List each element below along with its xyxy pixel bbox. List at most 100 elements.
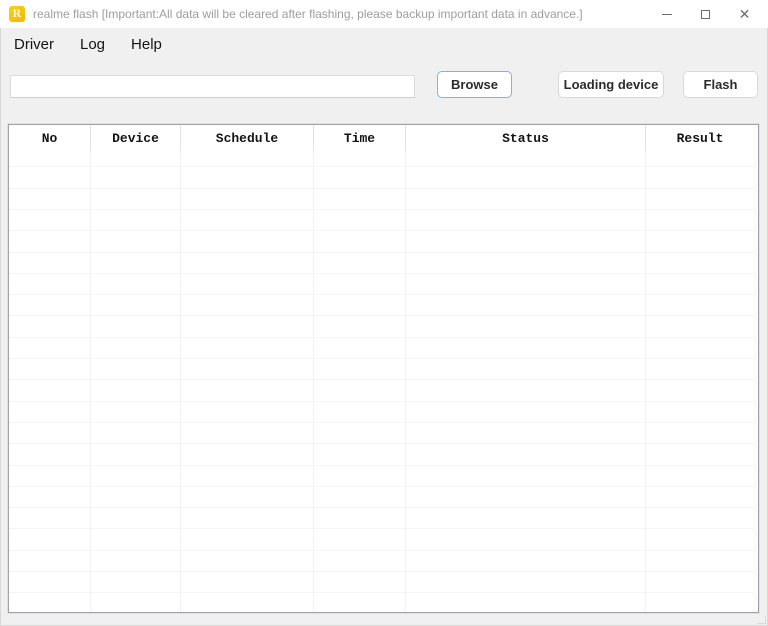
- firmware-path-input[interactable]: [10, 75, 415, 98]
- browse-button[interactable]: Browse: [437, 71, 512, 98]
- table-cell: [406, 316, 646, 337]
- table-cell: [181, 444, 314, 465]
- menu-driver[interactable]: Driver: [5, 32, 63, 57]
- menu-log[interactable]: Log: [71, 32, 114, 57]
- table-cell: [406, 593, 646, 612]
- table-row: [9, 465, 758, 487]
- table-cell: [91, 167, 181, 188]
- table-row: [9, 252, 758, 274]
- table-cell: [646, 188, 754, 209]
- table-cell: [9, 273, 91, 295]
- table-row: [9, 529, 758, 551]
- column-header-result[interactable]: Result: [646, 125, 754, 151]
- app-window: R realme flash [Important:All data will …: [0, 0, 768, 626]
- table-cell: [181, 422, 314, 444]
- column-header-time[interactable]: Time: [314, 125, 406, 151]
- table-cell: [646, 380, 754, 401]
- table-cell: [406, 422, 646, 444]
- table-cell: [646, 316, 754, 337]
- column-header-schedule[interactable]: Schedule: [181, 125, 314, 151]
- table-cell: [181, 295, 314, 316]
- table-cell: [181, 167, 314, 188]
- table-cell: [91, 295, 181, 316]
- table-cell: [314, 273, 406, 295]
- vertical-scrollbar[interactable]: [753, 125, 758, 612]
- flash-table: No Device Schedule Time Status Result: [8, 124, 759, 613]
- table-cell: [646, 486, 754, 508]
- table-cell: [314, 167, 406, 188]
- table-body: [9, 151, 758, 612]
- loading-device-button[interactable]: Loading device: [558, 71, 664, 98]
- table-cell: [91, 465, 181, 486]
- minimize-button[interactable]: [647, 0, 686, 28]
- resize-grip[interactable]: [758, 616, 766, 624]
- table-row: [9, 231, 758, 253]
- table-cell: [314, 572, 406, 593]
- table-cell: [181, 209, 314, 231]
- table-cell: [181, 380, 314, 401]
- table-cell: [91, 550, 181, 572]
- table-cell: [91, 508, 181, 529]
- table-cell: [91, 529, 181, 550]
- table-row: [9, 508, 758, 530]
- table-cell: [181, 572, 314, 593]
- table-cell: [406, 380, 646, 401]
- table-cell: [406, 295, 646, 316]
- table-cell: [314, 380, 406, 401]
- table-cell: [9, 572, 91, 593]
- table-cell: [9, 508, 91, 529]
- table-row: [9, 572, 758, 594]
- table-cell: [406, 550, 646, 572]
- table-row: [9, 444, 758, 466]
- table-cell: [91, 444, 181, 465]
- table-cell: [9, 337, 91, 359]
- table-cell: [314, 316, 406, 337]
- column-header-no[interactable]: No: [9, 125, 91, 151]
- table-cell: [406, 572, 646, 593]
- table-cell: [181, 508, 314, 529]
- table-cell: [646, 465, 754, 486]
- table-cell: [314, 401, 406, 422]
- table-cell: [181, 188, 314, 209]
- table-cell: [91, 422, 181, 444]
- maximize-icon: [701, 9, 710, 19]
- title-bar: R realme flash [Important:All data will …: [0, 0, 768, 28]
- maximize-button[interactable]: [686, 0, 725, 28]
- table-cell: [646, 359, 754, 380]
- table-cell: [314, 295, 406, 316]
- column-header-device[interactable]: Device: [91, 125, 181, 151]
- table-cell: [91, 231, 181, 252]
- table-row: [9, 359, 758, 381]
- close-button[interactable]: ✕: [725, 0, 764, 28]
- table-cell: [406, 188, 646, 209]
- table-cell: [9, 167, 91, 188]
- table-cell: [314, 529, 406, 550]
- table-cell: [181, 529, 314, 550]
- table-cell: [9, 550, 91, 572]
- table-row: [9, 151, 758, 168]
- table-cell: [406, 273, 646, 295]
- table-cell: [406, 444, 646, 465]
- table-cell: [9, 444, 91, 465]
- table-cell: [91, 209, 181, 231]
- table-cell: [181, 550, 314, 572]
- table-cell: [646, 295, 754, 316]
- table-cell: [181, 151, 314, 167]
- table-cell: [646, 593, 754, 612]
- window-title: realme flash [Important:All data will be…: [33, 7, 583, 21]
- menu-help[interactable]: Help: [122, 32, 171, 57]
- table-cell: [314, 188, 406, 209]
- table-row: [9, 422, 758, 445]
- table-cell: [91, 572, 181, 593]
- table-cell: [9, 316, 91, 337]
- column-header-status[interactable]: Status: [406, 125, 646, 151]
- table-cell: [646, 273, 754, 295]
- table-cell: [406, 252, 646, 273]
- table-cell: [646, 508, 754, 529]
- table-cell: [91, 380, 181, 401]
- table-cell: [181, 231, 314, 252]
- table-row: [9, 380, 758, 402]
- table-cell: [314, 465, 406, 486]
- table-cell: [181, 486, 314, 508]
- flash-button[interactable]: Flash: [683, 71, 758, 98]
